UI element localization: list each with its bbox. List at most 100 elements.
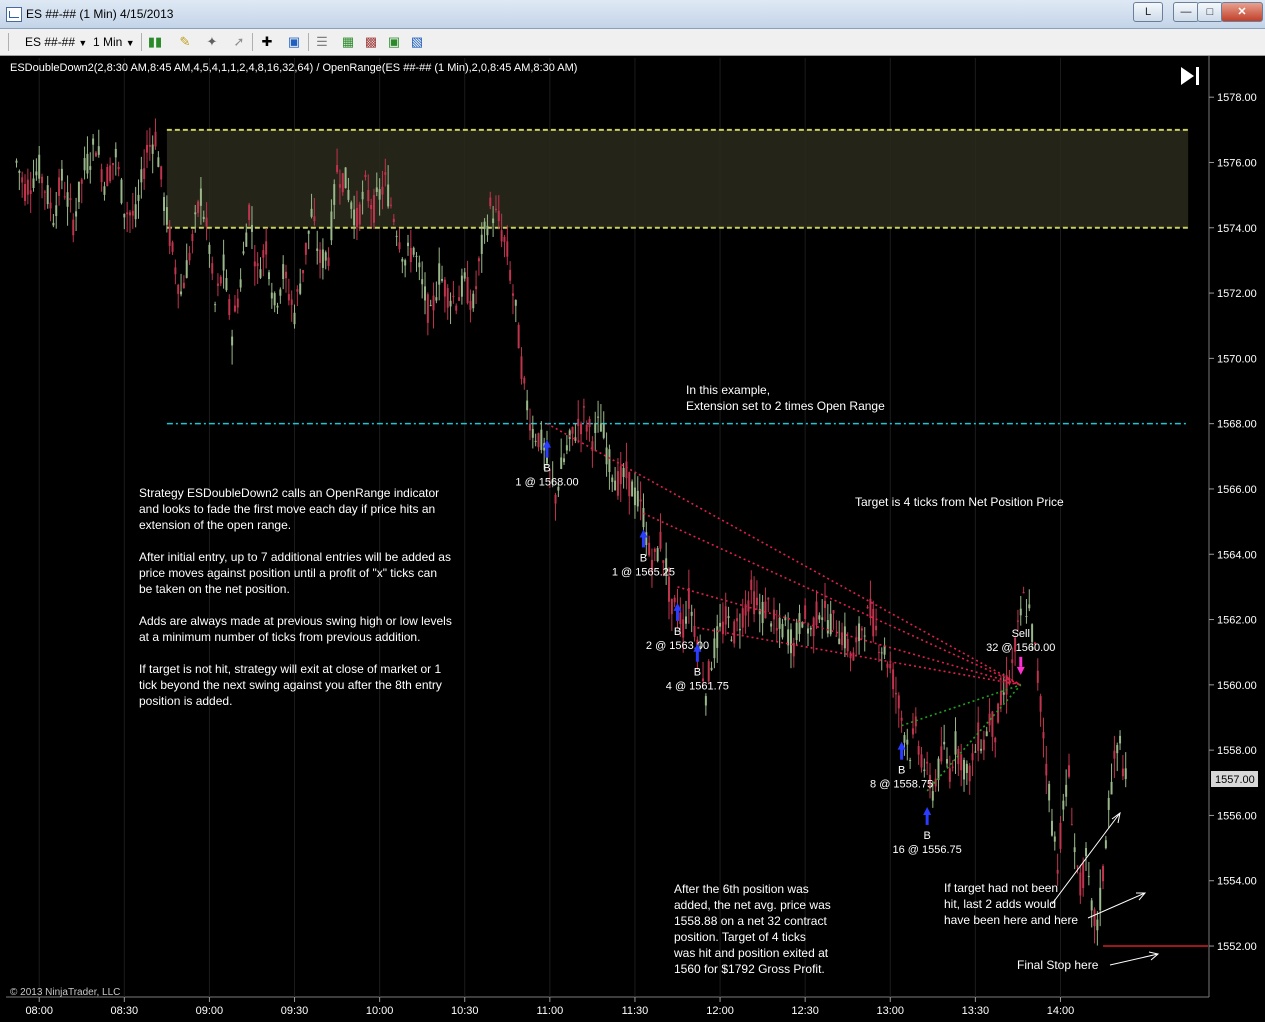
svg-text:position is added.: position is added. bbox=[139, 694, 232, 708]
zoom-icon[interactable]: ▣ bbox=[286, 34, 302, 50]
chart-header: ESDoubleDown2(2,8:30 AM,8:45 AM,4,5,4,1,… bbox=[10, 62, 577, 74]
candle-body bbox=[1102, 866, 1105, 882]
properties-icon[interactable]: ☰ bbox=[314, 34, 330, 50]
candle-body bbox=[673, 597, 676, 603]
candle-body bbox=[906, 739, 909, 745]
strategies-icon[interactable]: ▦ bbox=[340, 34, 356, 50]
candle-body bbox=[185, 260, 188, 278]
buy-marker-label: B bbox=[898, 765, 905, 777]
bar-style-icon[interactable]: ▮▮ bbox=[147, 34, 163, 50]
candle-body bbox=[1068, 765, 1070, 777]
x-tick-label: 09:30 bbox=[281, 1005, 309, 1017]
buy-marker-label: B bbox=[543, 463, 550, 475]
minimize-icon[interactable]: — bbox=[1173, 2, 1199, 22]
candle-body bbox=[154, 131, 157, 147]
candle-body bbox=[903, 735, 906, 743]
candle-body bbox=[140, 169, 143, 183]
svg-text:1560 for $1792 Gross Profit.: 1560 for $1792 Gross Profit. bbox=[674, 962, 825, 976]
candle-body bbox=[157, 157, 160, 167]
candle-body bbox=[372, 194, 375, 223]
candle-body bbox=[528, 423, 531, 431]
candle-body bbox=[446, 288, 449, 308]
candle-body bbox=[798, 613, 801, 635]
y-tick-label: 1566.00 bbox=[1217, 484, 1257, 496]
candle-body bbox=[171, 242, 174, 252]
x-tick-label: 08:00 bbox=[25, 1005, 53, 1017]
candle-body bbox=[960, 754, 963, 771]
pin-icon[interactable]: ✦ bbox=[204, 34, 220, 50]
candle-body bbox=[432, 295, 435, 311]
candle-body bbox=[540, 429, 543, 450]
candle-body bbox=[807, 628, 809, 634]
candle-body bbox=[160, 166, 163, 180]
instrument-selector[interactable]: ES ##-## ▼ bbox=[25, 33, 87, 51]
candle-body bbox=[809, 627, 812, 630]
candle-body bbox=[409, 247, 412, 263]
candle-body bbox=[49, 202, 52, 209]
candle-body bbox=[509, 269, 512, 281]
link-button[interactable]: L bbox=[1133, 2, 1163, 22]
maximize-icon[interactable]: □ bbox=[1197, 2, 1223, 22]
candle-body bbox=[761, 601, 764, 624]
close-icon[interactable]: ✕ bbox=[1221, 2, 1263, 22]
candle-body bbox=[662, 560, 665, 563]
candle-body bbox=[733, 621, 736, 644]
candle-body bbox=[438, 263, 441, 285]
candle-body bbox=[111, 163, 114, 165]
candle-body bbox=[100, 169, 103, 183]
candle-body bbox=[276, 305, 279, 308]
candle-body bbox=[117, 166, 120, 170]
candle-body bbox=[421, 279, 424, 285]
crosshair-icon[interactable]: ✚ bbox=[259, 34, 275, 50]
candle-body bbox=[826, 620, 829, 634]
candle-body bbox=[367, 190, 370, 202]
candle-body bbox=[182, 282, 185, 289]
candle-body bbox=[500, 230, 503, 242]
candle-body bbox=[1090, 900, 1093, 911]
x-tick-label: 08:30 bbox=[111, 1005, 139, 1017]
price-chart[interactable]: 1578.00 1576.00 1574.00 1572.00 1570.00 1568.… bbox=[0, 56, 1265, 1022]
candle-body bbox=[24, 183, 27, 202]
drawing-tool-icon[interactable]: ✎ bbox=[177, 34, 193, 50]
candle-body bbox=[486, 225, 489, 236]
candle-body bbox=[568, 430, 571, 440]
open-range-box bbox=[166, 129, 1189, 228]
candle-body bbox=[55, 205, 58, 217]
candle-body bbox=[1028, 604, 1031, 609]
candle-body bbox=[889, 663, 892, 669]
candle-body bbox=[477, 258, 480, 262]
candle-body bbox=[1048, 783, 1051, 801]
candle-body bbox=[843, 626, 846, 649]
chart-trader-icon[interactable]: ▧ bbox=[409, 34, 425, 50]
x-tick-label: 12:00 bbox=[706, 1005, 734, 1017]
y-tick-label: 1552.00 bbox=[1217, 941, 1257, 953]
interval-selector[interactable]: 1 Min ▼ bbox=[93, 33, 135, 51]
candle-body bbox=[361, 191, 364, 200]
candle-body bbox=[219, 276, 222, 284]
pointer-icon[interactable]: ➚ bbox=[231, 34, 247, 50]
candle-body bbox=[180, 291, 183, 295]
candle-body bbox=[619, 466, 622, 485]
candle-body bbox=[92, 138, 95, 145]
candle-body bbox=[900, 717, 903, 721]
candle-body bbox=[767, 597, 770, 600]
candle-body bbox=[338, 184, 341, 188]
candle-body bbox=[146, 144, 148, 153]
candle-body bbox=[401, 258, 404, 262]
y-tick-label: 1558.00 bbox=[1217, 745, 1257, 757]
candle-body bbox=[75, 211, 78, 217]
y-tick-label: 1578.00 bbox=[1217, 92, 1257, 104]
candle-body bbox=[214, 304, 217, 306]
candle-body bbox=[792, 642, 795, 657]
candle-body bbox=[324, 252, 327, 261]
data-box-icon[interactable]: ▣ bbox=[386, 34, 402, 50]
svg-text:If target is not hit, strategy: If target is not hit, strategy will exit… bbox=[139, 662, 441, 676]
svg-text:be taken on the net position.: be taken on the net position. bbox=[139, 582, 290, 596]
candle-body bbox=[429, 304, 432, 306]
indicators-icon[interactable]: ▩ bbox=[363, 34, 379, 50]
candle-body bbox=[103, 186, 106, 195]
svg-text:at a minimum number of ticks f: at a minimum number of ticks from previo… bbox=[139, 630, 420, 644]
candle-body bbox=[177, 284, 180, 294]
candle-body bbox=[106, 166, 109, 187]
candle-body bbox=[307, 230, 310, 234]
